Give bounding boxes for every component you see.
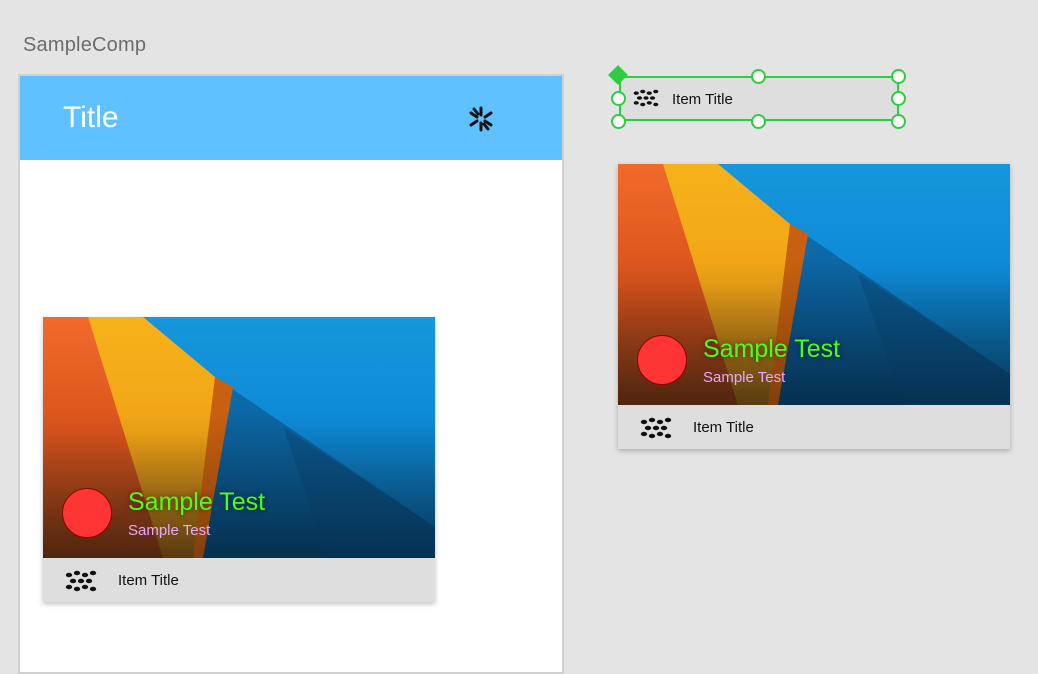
sample-card[interactable]: Sample Test Sample Test Item Title [618, 164, 1010, 449]
resize-handle-right[interactable] [891, 91, 906, 106]
avatar [637, 335, 687, 385]
card-subtitle: Sample Test [703, 369, 786, 386]
resize-handle-bottom[interactable] [751, 114, 766, 129]
app-bar-title: Title [63, 101, 119, 134]
list-item[interactable]: Item Title [618, 405, 1010, 449]
artboard[interactable]: Title Sample Test Sample Test Item Title [18, 74, 564, 674]
dots-cluster-icon [65, 570, 97, 592]
card-title: Sample Test [703, 335, 841, 363]
avatar [62, 488, 112, 538]
card-title: Sample Test [128, 488, 266, 516]
list-item[interactable]: Item Title [43, 558, 435, 602]
resize-handle-bottom-right[interactable] [891, 114, 906, 129]
app-bar: Title [20, 76, 562, 160]
resize-handle-bottom-left[interactable] [611, 114, 626, 129]
sample-card[interactable]: Sample Test Sample Test Item Title [43, 317, 435, 602]
component-name-label[interactable]: SampleComp [23, 34, 146, 57]
resize-handle-top-right[interactable] [891, 69, 906, 84]
dots-cluster-icon [640, 417, 672, 439]
list-item-label: Item Title [693, 419, 754, 436]
asterisk-burst-icon[interactable] [466, 104, 496, 134]
resize-handle-left[interactable] [611, 91, 626, 106]
list-item-label: Item Title [118, 572, 179, 589]
card-subtitle: Sample Test [128, 522, 211, 539]
resize-handle-top[interactable] [751, 69, 766, 84]
